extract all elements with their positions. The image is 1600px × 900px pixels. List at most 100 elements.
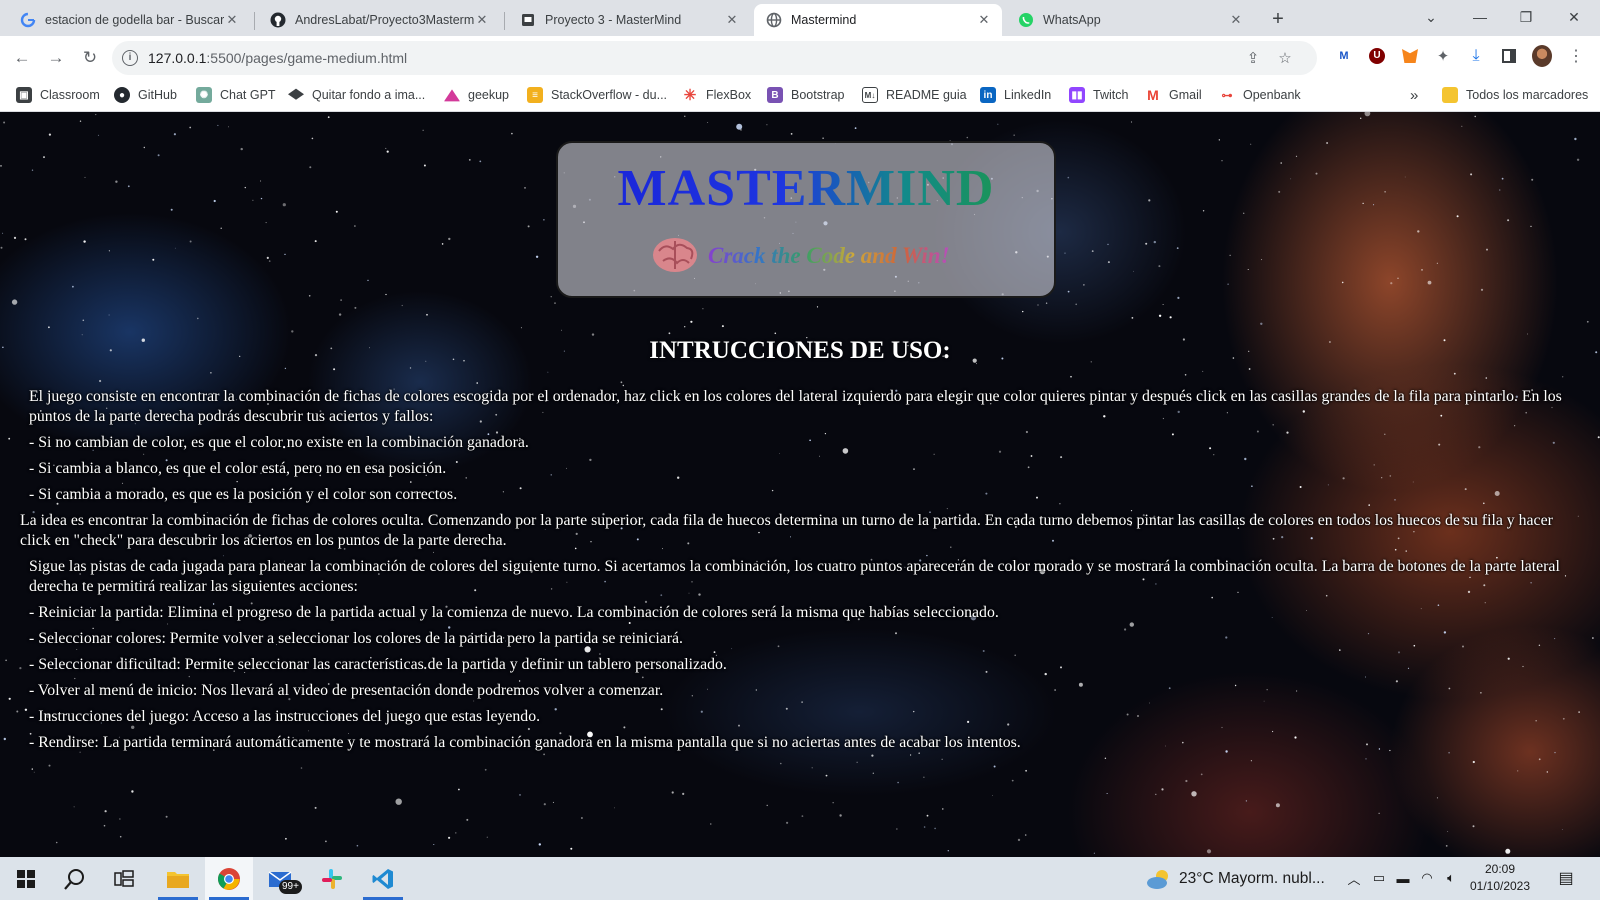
chevron-up-icon[interactable]: ︿	[1345, 869, 1363, 887]
address-bar[interactable]: i 127.0.0.1:5500/pages/game-medium.html …	[112, 41, 1317, 75]
minimize-button[interactable]: —	[1457, 0, 1503, 34]
star	[1184, 374, 1187, 376]
start-button[interactable]	[2, 857, 50, 900]
star	[854, 127, 857, 129]
star	[839, 814, 842, 817]
metamask-icon[interactable]	[1400, 46, 1420, 66]
tab-github-repo[interactable]: AndresLabat/Proyecto3Mastermind ✕	[258, 4, 500, 36]
star	[1384, 191, 1386, 193]
star	[1507, 219, 1510, 222]
star	[220, 227, 222, 229]
tab-mastermind[interactable]: Mastermind ✕	[754, 4, 1002, 36]
extensions-icon[interactable]: ✦	[1433, 46, 1453, 66]
star	[1133, 270, 1134, 272]
task-view-button[interactable]	[100, 857, 148, 900]
mega-extension-icon[interactable]: M	[1334, 46, 1354, 66]
close-icon[interactable]: ✕	[224, 12, 240, 28]
close-icon[interactable]: ✕	[976, 12, 992, 28]
tab-google-search[interactable]: estacion de godella bar - Buscar ✕	[8, 4, 250, 36]
bookmark-openbank[interactable]: ⊶ Openbank	[1219, 86, 1301, 104]
bookmark-gmail[interactable]: M Gmail	[1145, 86, 1202, 104]
star	[1295, 155, 1298, 157]
tab-whatsapp[interactable]: WhatsApp ✕	[1006, 4, 1254, 36]
forward-button[interactable]: →	[42, 44, 70, 72]
slack-button[interactable]	[308, 857, 356, 900]
file-explorer-button[interactable]	[154, 857, 202, 900]
star	[266, 256, 269, 259]
battery-icon[interactable]: ▬	[1394, 869, 1412, 887]
close-window-button[interactable]: ✕	[1552, 0, 1596, 34]
star-icon[interactable]: ☆	[1276, 49, 1294, 67]
download-icon[interactable]: ⤓	[1466, 46, 1486, 66]
clock-time: 20:09	[1484, 862, 1516, 876]
notifications-icon[interactable]: ▤	[1557, 869, 1575, 887]
side-panel-icon[interactable]	[1499, 46, 1519, 66]
bookmark-bootstrap[interactable]: B Bootstrap	[767, 86, 845, 104]
close-icon[interactable]: ✕	[474, 12, 490, 28]
volume-icon[interactable]: 🔈︎	[1442, 869, 1460, 887]
star	[872, 772, 874, 774]
bookmark-readme[interactable]: M↓ README guia	[862, 86, 967, 104]
tab-title: estacion de godella bar - Buscar	[45, 13, 224, 27]
back-button[interactable]: ←	[8, 44, 36, 72]
tab-proyecto-3[interactable]: Proyecto 3 - MasterMind ✕	[508, 4, 750, 36]
search-button[interactable]	[51, 857, 99, 900]
wifi-icon[interactable]: ◠	[1418, 869, 1436, 887]
star	[311, 137, 314, 140]
star	[189, 126, 192, 129]
star	[1417, 230, 1420, 233]
menu-icon[interactable]: ⋮	[1566, 46, 1586, 66]
close-icon[interactable]: ✕	[724, 12, 740, 28]
star	[591, 333, 595, 336]
bookmark-quitar-fondo[interactable]: Quitar fondo a ima...	[288, 86, 425, 104]
chrome-button[interactable]	[205, 857, 253, 900]
ublock-icon[interactable]: U	[1367, 46, 1387, 66]
bookmark-chatgpt[interactable]: ✺ Chat GPT	[196, 86, 276, 104]
readme-icon: M↓	[862, 87, 878, 103]
action-select-difficulty: - Seleccionar dificultad: Permite selecc…	[29, 656, 727, 673]
star	[535, 255, 539, 258]
restore-button[interactable]: ❐	[1503, 0, 1549, 34]
star	[554, 302, 556, 304]
mail-button[interactable]: 99+	[257, 857, 305, 900]
tab-search-button[interactable]: ⌄	[1408, 0, 1454, 34]
windows-icon	[17, 869, 35, 888]
star	[468, 159, 471, 161]
share-icon[interactable]: ⇪	[1244, 49, 1262, 67]
close-icon: ✕	[1568, 8, 1580, 25]
url-text[interactable]: 127.0.0.1:5500/pages/game-medium.html	[148, 50, 407, 66]
bookmarks-overflow[interactable]: »	[1410, 86, 1418, 104]
github-icon	[270, 12, 286, 28]
star	[1131, 317, 1134, 319]
star	[217, 124, 219, 126]
star	[1221, 160, 1223, 162]
bookmark-linkedin[interactable]: in LinkedIn	[980, 86, 1051, 104]
star	[333, 368, 336, 371]
bookmark-flexbox[interactable]: ✳ FlexBox	[682, 86, 751, 104]
action-instructions: - Instrucciones del juego: Acceso a las …	[29, 708, 541, 725]
star	[165, 815, 168, 818]
bookmark-geekup[interactable]: geekup	[444, 86, 509, 104]
star	[1275, 803, 1280, 808]
all-bookmarks-folder[interactable]: Todos los marcadores	[1442, 86, 1588, 104]
weather-widget[interactable]: 23°C Mayorm. nubl...	[1145, 857, 1325, 900]
bookmark-github[interactable]: ● GitHub	[114, 86, 177, 104]
info-icon[interactable]: i	[122, 50, 138, 66]
new-tab-button[interactable]: +	[1265, 7, 1291, 33]
meet-icon[interactable]: ▭	[1370, 869, 1388, 887]
star	[197, 317, 199, 320]
bookmark-twitch[interactable]: ▮▮ Twitch	[1069, 86, 1128, 104]
star	[1083, 284, 1085, 286]
star	[327, 116, 330, 119]
bookmark-stackoverflow[interactable]: ≡ StackOverflow - du...	[527, 86, 667, 104]
close-icon[interactable]: ✕	[1228, 12, 1244, 28]
reload-button[interactable]: ↻	[76, 44, 104, 72]
star	[1130, 121, 1133, 123]
star	[1530, 225, 1532, 227]
clock[interactable]: 20:09 01/10/2023	[1460, 861, 1540, 895]
star	[527, 225, 530, 228]
bookmark-classroom[interactable]: ▣ Classroom	[16, 86, 100, 104]
vscode-button[interactable]	[359, 857, 407, 900]
avatar[interactable]	[1532, 45, 1552, 67]
star	[455, 832, 457, 834]
